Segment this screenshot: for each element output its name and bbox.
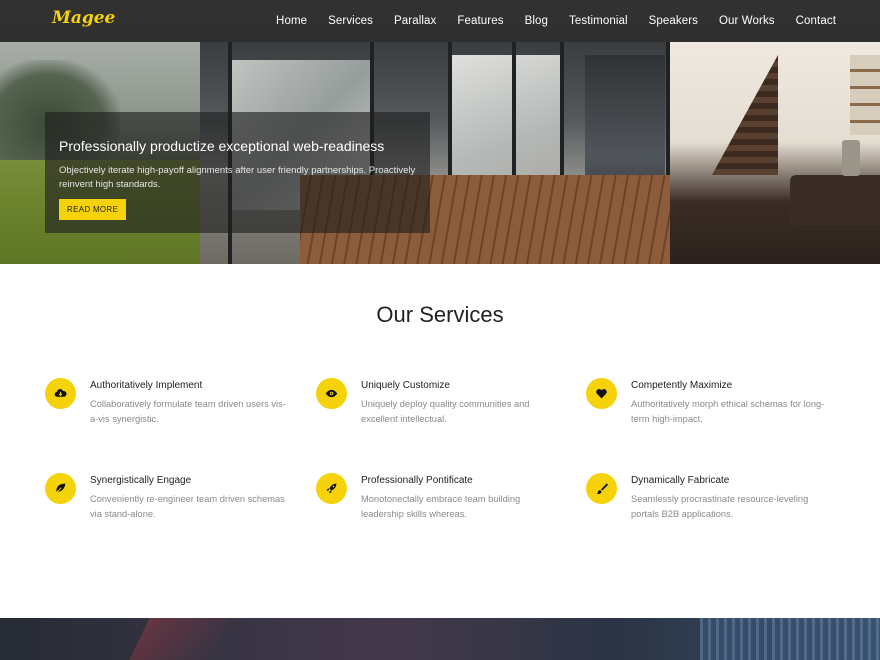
service-text: Collaboratively formulate team driven us… [90, 399, 286, 424]
rocket-icon [316, 473, 347, 504]
service-item: Professionally Pontificate Monotonectall… [316, 473, 556, 543]
service-title: Authoritatively Implement [90, 380, 203, 391]
heart-icon [586, 378, 617, 409]
hero-text: Objectively iterate high-payoff alignmen… [59, 165, 416, 190]
service-text: Conveniently re-engineer team driven sch… [90, 494, 285, 519]
service-title: Uniquely Customize [361, 380, 450, 391]
nav-item-our-works[interactable]: Our Works [719, 15, 775, 27]
leaf-icon [45, 473, 76, 504]
read-more-button[interactable]: READ MORE [59, 199, 127, 220]
main-nav: Home Services Parallax Features Blog Tes… [255, 0, 836, 42]
service-title: Professionally Pontificate [361, 475, 473, 486]
site-logo[interactable]: Magee [52, 8, 115, 28]
parallax-section-image [0, 618, 880, 660]
service-item: Uniquely Customize Uniquely deploy quali… [316, 378, 556, 448]
paintbrush-icon [586, 473, 617, 504]
service-text: Seamlessly procrastinate resource-leveli… [631, 494, 809, 519]
service-text: Authoritatively morph ethical schemas fo… [631, 399, 825, 424]
nav-item-features[interactable]: Features [457, 15, 503, 27]
service-item: Authoritatively Implement Collaborativel… [45, 378, 286, 448]
service-item: Competently Maximize Authoritatively mor… [586, 378, 826, 448]
nav-item-speakers[interactable]: Speakers [649, 15, 698, 27]
nav-item-home[interactable]: Home [276, 15, 307, 27]
service-title: Dynamically Fabricate [631, 475, 730, 486]
service-text: Uniquely deploy quality communities and … [361, 399, 530, 424]
nav-item-contact[interactable]: Contact [796, 15, 836, 27]
cloud-download-icon [45, 378, 76, 409]
nav-item-testimonial[interactable]: Testimonial [569, 15, 628, 27]
eye-icon [316, 378, 347, 409]
hero-caption-box: Professionally productize exceptional we… [45, 112, 430, 233]
service-title: Competently Maximize [631, 380, 733, 391]
service-title: Synergistically Engage [90, 475, 192, 486]
nav-item-services[interactable]: Services [328, 15, 373, 27]
service-item: Dynamically Fabricate Seamlessly procras… [586, 473, 826, 543]
hero-title: Professionally productize exceptional we… [59, 138, 385, 154]
nav-item-parallax[interactable]: Parallax [394, 15, 436, 27]
top-navbar: Magee Home Services Parallax Features Bl… [0, 0, 880, 42]
nav-item-blog[interactable]: Blog [525, 15, 548, 27]
service-item: Synergistically Engage Conveniently re-e… [45, 473, 285, 543]
section-title: Our Services [376, 302, 504, 327]
service-text: Monotonectally embrace team building lea… [361, 494, 521, 519]
